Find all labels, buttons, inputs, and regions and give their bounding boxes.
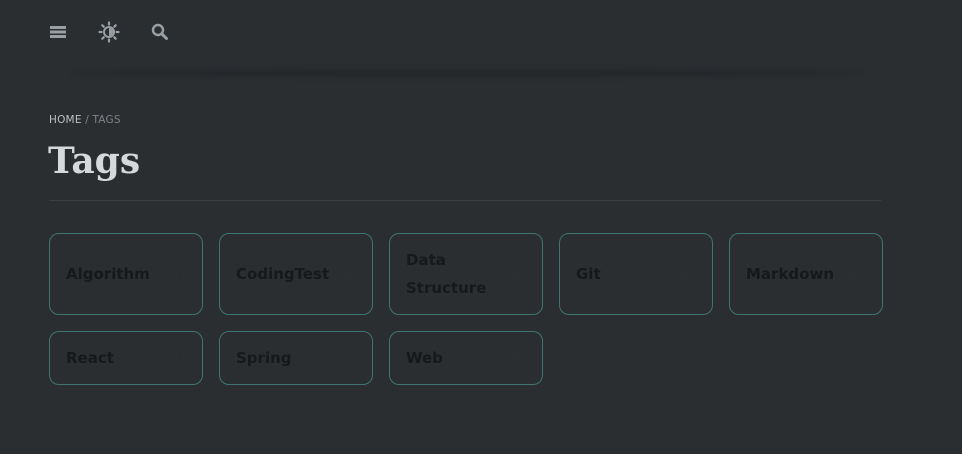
tag-name: Git	[576, 265, 601, 283]
title-divider	[49, 200, 881, 201]
tag-item-algorithm[interactable]: Algorithm (1)	[49, 233, 203, 315]
tag-name: Markdown	[746, 265, 835, 283]
sun-icon	[98, 21, 120, 43]
topbar-shadow	[70, 70, 864, 76]
tag-name: Spring	[236, 349, 292, 367]
tag-count: (1)	[167, 350, 186, 366]
tag-name: Web	[406, 349, 443, 367]
tag-count: (1)	[337, 266, 356, 282]
tag-name: React	[66, 349, 114, 367]
tag-name: Algorithm	[66, 265, 150, 283]
search-icon	[151, 23, 169, 41]
tag-item-react[interactable]: React (1)	[49, 331, 203, 385]
theme-toggle-button[interactable]	[97, 20, 121, 44]
tag-count: (2)	[507, 266, 526, 282]
tag-item-codingtest[interactable]: CodingTest (1)	[219, 233, 373, 315]
tag-name: Data Structure	[406, 251, 487, 297]
breadcrumb: HOME / TAGS	[49, 114, 121, 126]
tag-item-spring[interactable]: Spring (1)	[219, 331, 373, 385]
tag-item-web[interactable]: Web (2)	[389, 331, 543, 385]
search-button[interactable]	[148, 20, 172, 44]
tag-count: (2)	[847, 266, 866, 282]
tag-item-data-structure[interactable]: Data Structure (2)	[389, 233, 543, 315]
tag-count: (1)	[337, 350, 356, 366]
tag-item-git[interactable]: Git (1)	[559, 233, 713, 315]
tag-count: (2)	[507, 350, 526, 366]
breadcrumb-home-link[interactable]: HOME	[49, 114, 82, 126]
tag-count: (1)	[677, 266, 696, 282]
menu-button[interactable]	[46, 20, 70, 44]
menu-icon	[50, 26, 66, 38]
tag-item-markdown[interactable]: Markdown (2)	[729, 233, 883, 315]
breadcrumb-separator: /	[85, 114, 89, 126]
page-title: Tags	[48, 140, 141, 182]
breadcrumb-current: TAGS	[92, 114, 121, 126]
tag-name: CodingTest	[236, 265, 330, 283]
top-bar	[0, 0, 962, 66]
tag-count: (1)	[167, 266, 186, 282]
tag-list: Algorithm (1) CodingTest (1) Data Struct…	[49, 233, 883, 385]
